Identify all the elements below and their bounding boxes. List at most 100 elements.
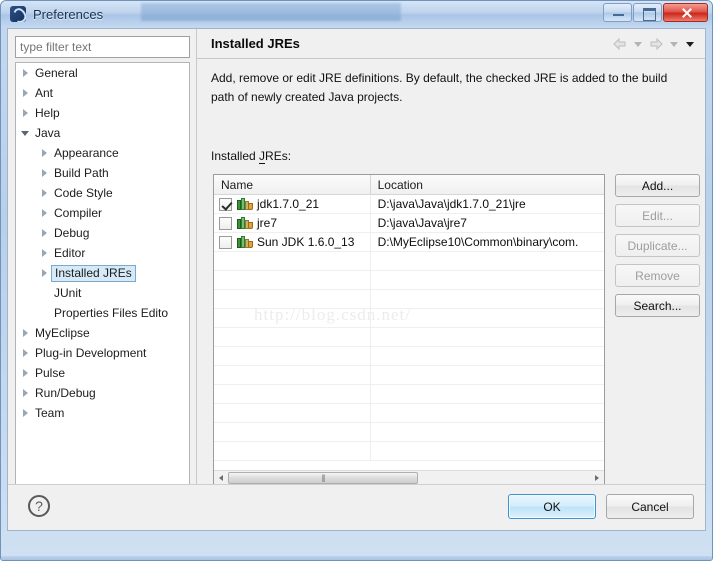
jre-checkbox[interactable] — [219, 235, 232, 249]
tree-expand-arrow-closed-icon[interactable] — [20, 63, 33, 83]
tree-expand-arrow-closed-icon[interactable] — [39, 263, 52, 283]
tree-expand-arrow-closed-icon[interactable] — [39, 203, 52, 223]
minimize-button[interactable] — [603, 3, 632, 22]
ok-button[interactable]: OK — [508, 494, 596, 519]
sidebar-item-appearance[interactable]: Appearance — [16, 143, 189, 163]
content-header: Installed JREs — [197, 29, 705, 59]
tree-expand-arrow-closed-icon[interactable] — [20, 343, 33, 363]
filter-area — [15, 36, 190, 58]
jre-location: D:\java\Java\jre7 — [377, 216, 467, 230]
table-scroll-left-arrow[interactable] — [214, 471, 228, 485]
installed-jres-table[interactable]: Name Location jdk1.7.0_21 D:\java\Java\jd… — [213, 174, 605, 486]
sidebar-item-label: MyEclipse — [35, 326, 90, 340]
tree-expand-arrow-closed-icon[interactable] — [20, 323, 33, 343]
view-menu-chevron-down-icon[interactable] — [683, 35, 697, 53]
table-empty-row — [214, 442, 604, 461]
sidebar-item-debug[interactable]: Debug — [16, 223, 189, 243]
tree-expand-arrow-open-icon[interactable] — [20, 123, 33, 143]
search-button[interactable]: Search... — [615, 294, 700, 317]
tree-expand-arrow-closed-icon[interactable] — [20, 383, 33, 403]
table-empty-row — [214, 423, 604, 442]
sidebar-item-label: Compiler — [54, 206, 103, 220]
column-header-location[interactable]: Location — [371, 175, 604, 194]
tree-expand-arrow-closed-icon[interactable] — [39, 183, 52, 203]
sidebar-item-pulse[interactable]: Pulse — [16, 363, 189, 383]
jre-name: jdk1.7.0_21 — [257, 197, 320, 211]
sidebar-item-general[interactable]: General — [16, 63, 189, 83]
filter-input[interactable] — [15, 36, 190, 58]
jre-name: jre7 — [257, 216, 278, 230]
sidebar-item-label: Properties Files Edito — [54, 306, 169, 320]
forward-arrow-icon[interactable] — [647, 35, 665, 53]
sidebar-item-label: Team — [35, 406, 65, 420]
sidebar-item-team[interactable]: Team — [16, 403, 189, 423]
add-button[interactable]: Add... — [615, 174, 700, 197]
cancel-button[interactable]: Cancel — [606, 494, 694, 519]
sidebar-item-help[interactable]: Help — [16, 103, 189, 123]
sidebar-item-properties-files-edito[interactable]: Properties Files Edito — [16, 303, 189, 323]
tree-expand-arrow-closed-icon[interactable] — [20, 103, 33, 123]
edit-button[interactable]: Edit... — [615, 204, 700, 227]
table-row[interactable]: jdk1.7.0_21 D:\java\Java\jdk1.7.0_21\jre — [214, 194, 604, 214]
dialog-footer: ? OK Cancel — [8, 484, 705, 530]
sidebar-item-code-style[interactable]: Code Style — [16, 183, 189, 203]
table-row[interactable]: Sun JDK 1.6.0_13 D:\MyEclipse10\Common\bi… — [214, 232, 604, 252]
sidebar-item-compiler[interactable]: Compiler — [16, 203, 189, 223]
preferences-dialog: Preferences General Ant Help Java Appearance… — [0, 0, 713, 561]
table-empty-row — [214, 328, 604, 347]
forward-history-chevron-down-icon[interactable] — [667, 35, 681, 53]
button-label: Edit... — [642, 208, 673, 223]
tree-expand-arrow-closed-icon[interactable] — [20, 363, 33, 383]
tree-expand-arrow-closed-icon[interactable] — [39, 143, 52, 163]
preference-tree[interactable]: General Ant Help Java Appearance Build Path Co… — [15, 62, 190, 499]
page-description: Add, remove or edit JRE definitions. By … — [211, 71, 668, 104]
table-scroll-right-arrow[interactable] — [590, 471, 604, 485]
tree-expand-arrow-closed-icon[interactable] — [20, 83, 33, 103]
table-row[interactable]: jre7 D:\java\Java\jre7 — [214, 213, 604, 233]
table-horizontal-scrollbar[interactable] — [214, 470, 604, 485]
jre-checkbox[interactable] — [219, 197, 232, 211]
cell-name: Sun JDK 1.6.0_13 — [214, 232, 371, 252]
cell-name: jdk1.7.0_21 — [214, 194, 371, 214]
title-bar[interactable]: Preferences — [1, 1, 712, 27]
jre-library-icon — [237, 216, 253, 230]
content-panel: Installed JREs Add, remove or edit JRE d… — [196, 29, 705, 501]
sidebar-item-label: Editor — [54, 246, 86, 260]
sidebar-item-build-path[interactable]: Build Path — [16, 163, 189, 183]
sidebar-item-junit[interactable]: JUnit — [16, 283, 189, 303]
duplicate-button[interactable]: Duplicate... — [615, 234, 700, 257]
tree-expand-arrow-closed-icon[interactable] — [39, 223, 52, 243]
sidebar-item-java[interactable]: Java — [16, 123, 189, 143]
table-scroll-thumb[interactable] — [228, 472, 418, 484]
window-title: Preferences — [33, 6, 104, 22]
question-mark-icon[interactable]: ? — [28, 495, 50, 517]
sidebar-item-ant[interactable]: Ant — [16, 83, 189, 103]
sidebar-item-installed-jres[interactable]: Installed JREs — [16, 263, 189, 283]
content-nav-icons — [611, 35, 697, 53]
jre-action-buttons: Add... Edit... Duplicate... Remove Search... — [615, 174, 700, 317]
sidebar-item-editor[interactable]: Editor — [16, 243, 189, 263]
table-empty-row — [214, 404, 604, 423]
back-arrow-icon[interactable] — [611, 35, 629, 53]
maximize-button[interactable] — [633, 3, 662, 22]
jre-location: D:\java\Java\jdk1.7.0_21\jre — [377, 197, 526, 211]
cell-name: jre7 — [214, 213, 371, 233]
jre-checkbox[interactable] — [219, 216, 232, 230]
window-controls — [603, 3, 708, 22]
close-button[interactable] — [663, 3, 708, 22]
sidebar-item-plug-in-development[interactable]: Plug-in Development — [16, 343, 189, 363]
column-header-name[interactable]: Name — [214, 175, 371, 194]
installed-jres-label: Installed JREs: — [211, 149, 292, 164]
sidebar-item-myeclipse[interactable]: MyEclipse — [16, 323, 189, 343]
tree-expand-arrow-closed-icon[interactable] — [39, 243, 52, 263]
tree-expand-arrow-closed-icon[interactable] — [20, 403, 33, 423]
remove-button[interactable]: Remove — [615, 264, 700, 287]
sidebar-item-run-debug[interactable]: Run/Debug — [16, 383, 189, 403]
sidebar-item-label: JUnit — [54, 286, 82, 300]
table-empty-row — [214, 347, 604, 366]
table-empty-row — [214, 309, 604, 328]
tree-expand-arrow-closed-icon[interactable] — [39, 163, 52, 183]
back-history-chevron-down-icon[interactable] — [631, 35, 645, 53]
